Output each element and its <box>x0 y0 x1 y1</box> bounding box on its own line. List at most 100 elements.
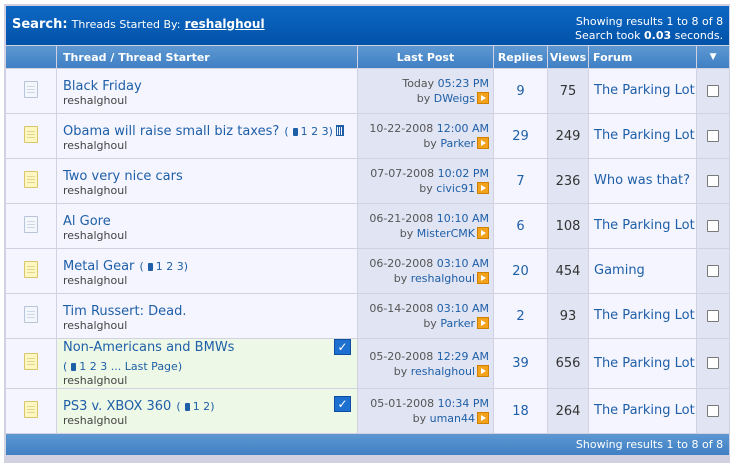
thread-starter[interactable]: reshalghoul <box>63 139 351 153</box>
thread-title-link[interactable]: Non-Americans and BMWs <box>63 340 234 355</box>
thread-status-icon <box>24 215 38 233</box>
thread-title-link[interactable]: Two very nice cars <box>63 169 183 184</box>
select-checkbox[interactable] <box>707 404 720 417</box>
last-post-user-link[interactable]: uman44 <box>430 412 475 425</box>
views-count: 108 <box>548 204 588 248</box>
go-to-last-post-icon[interactable] <box>477 364 489 377</box>
last-post-date: 06-14-2008 <box>369 302 434 315</box>
go-to-last-post-icon[interactable] <box>477 412 489 424</box>
thread-row: Two very nice cars reshalghoul 07-07-2008… <box>6 159 730 203</box>
views-count: 75 <box>548 69 588 113</box>
moderation-check-icon[interactable]: ✓ <box>334 339 351 355</box>
column-thread-header[interactable]: Thread / Thread Starter <box>57 46 357 68</box>
last-post-by: by <box>393 272 408 285</box>
last-post-user-link[interactable]: reshalghoul <box>411 272 475 285</box>
thread-title-link[interactable]: Metal Gear <box>63 259 134 274</box>
replies-count[interactable]: 6 <box>494 204 547 248</box>
inline-mod-menu-arrow[interactable]: ▼ <box>697 46 730 68</box>
go-to-last-post-icon[interactable] <box>477 92 489 104</box>
go-to-last-post-icon[interactable] <box>477 137 489 149</box>
thread-title-link[interactable]: Tim Russert: Dead. <box>63 304 187 319</box>
select-checkbox[interactable] <box>707 84 720 97</box>
search-results-table: Search: Threads Started By: reshalghoul … <box>5 5 730 456</box>
last-post-cell: 06-21-2008 10:10 AM by MisterCMK <box>358 204 493 248</box>
last-post-user-link[interactable]: Parker <box>440 317 475 330</box>
thread-status-cell <box>6 249 56 293</box>
forum-link[interactable]: The Parking Lot <box>589 389 696 433</box>
last-post-by: by <box>419 182 433 195</box>
select-cell <box>697 159 730 203</box>
last-post-date: 06-21-2008 <box>369 212 434 225</box>
replies-count[interactable]: 20 <box>494 249 547 293</box>
last-post-date: 07-07-2008 <box>370 167 435 180</box>
last-post-cell: 06-20-2008 03:10 AM by reshalghoul <box>358 249 493 293</box>
last-post-by: by <box>423 137 437 150</box>
forum-link[interactable]: Gaming <box>589 249 696 293</box>
forum-link[interactable]: Who was that? <box>589 159 696 203</box>
thread-starter[interactable]: reshalghoul <box>63 184 351 198</box>
page-links[interactable]: (1 2 3) <box>140 260 189 273</box>
forum-link[interactable]: The Parking Lot <box>589 69 696 113</box>
last-post-user-link[interactable]: Parker <box>440 137 475 150</box>
thread-starter[interactable]: reshalghoul <box>63 229 351 243</box>
column-last-post-header[interactable]: Last Post <box>358 46 493 68</box>
thread-status-icon <box>24 80 38 98</box>
thread-title-link[interactable]: PS3 v. XBOX 360 <box>63 399 171 414</box>
last-post-by: by <box>423 317 437 330</box>
thread-cell: Black Friday reshalghoul <box>57 69 357 113</box>
replies-count[interactable]: 7 <box>494 159 547 203</box>
last-post-date: 06-20-2008 <box>369 257 434 270</box>
thread-status-cell <box>6 339 56 388</box>
thread-cell: Obama will raise small biz taxes? (1 2 3… <box>57 114 357 158</box>
forum-link[interactable]: The Parking Lot <box>589 204 696 248</box>
thread-title-link[interactable]: Al Gore <box>63 214 111 229</box>
last-post-user-link[interactable]: reshalghoul <box>411 365 475 378</box>
last-post-user-link[interactable]: MisterCMK <box>417 227 475 240</box>
views-count: 656 <box>548 339 588 388</box>
page-links[interactable]: (1 2 3 ... Last Page) <box>63 360 182 373</box>
column-views-header[interactable]: Views <box>548 46 588 68</box>
go-to-last-post-icon[interactable] <box>477 182 489 194</box>
select-checkbox[interactable] <box>707 129 720 142</box>
thread-starter[interactable]: reshalghoul <box>63 374 351 388</box>
moderation-check-icon[interactable]: ✓ <box>334 396 351 412</box>
forum-link[interactable]: The Parking Lot <box>589 339 696 388</box>
username-link[interactable]: reshalghoul <box>185 17 265 31</box>
thread-starter[interactable]: reshalghoul <box>63 414 351 428</box>
multipage-icon <box>71 363 77 371</box>
replies-count[interactable]: 29 <box>494 114 547 158</box>
forum-link[interactable]: The Parking Lot <box>589 114 696 158</box>
replies-count[interactable]: 18 <box>494 389 547 433</box>
page-links[interactable]: (1 2) <box>176 400 214 413</box>
last-post-cell: 05-01-2008 10:34 PM by uman44 <box>358 389 493 433</box>
replies-count[interactable]: 39 <box>494 339 547 388</box>
thread-starter[interactable]: reshalghoul <box>63 94 351 108</box>
replies-count[interactable]: 2 <box>494 294 547 338</box>
go-to-last-post-icon[interactable] <box>477 272 489 284</box>
last-post-date: 10-22-2008 <box>369 122 434 135</box>
thread-title-link[interactable]: Black Friday <box>63 79 142 94</box>
column-forum-header[interactable]: Forum <box>589 46 696 68</box>
trash-icon[interactable] <box>335 124 344 136</box>
go-to-last-post-icon[interactable] <box>477 317 489 329</box>
select-checkbox[interactable] <box>707 309 720 322</box>
thread-starter[interactable]: reshalghoul <box>63 274 351 288</box>
select-checkbox[interactable] <box>707 174 720 187</box>
last-post-date: 05-20-2008 <box>369 349 434 363</box>
views-count: 454 <box>548 249 588 293</box>
thread-title-link[interactable]: Obama will raise small biz taxes? <box>63 124 279 139</box>
last-post-user-link[interactable]: DWeigs <box>434 92 475 105</box>
go-to-last-post-icon[interactable] <box>477 227 489 239</box>
thread-starter[interactable]: reshalghoul <box>63 319 351 333</box>
select-checkbox[interactable] <box>707 264 720 277</box>
thread-status-cell <box>6 294 56 338</box>
select-checkbox[interactable] <box>707 219 720 232</box>
last-post-user-link[interactable]: civic91 <box>436 182 475 195</box>
page-links[interactable]: (1 2 3) <box>284 125 333 138</box>
select-checkbox[interactable] <box>707 357 720 369</box>
thread-status-cell <box>6 389 56 433</box>
forum-link[interactable]: The Parking Lot <box>589 294 696 338</box>
thread-row: Al Gore reshalghoul 06-21-2008 10:10 AM by… <box>6 204 730 248</box>
column-replies-header[interactable]: Replies <box>494 46 547 68</box>
replies-count[interactable]: 9 <box>494 69 547 113</box>
